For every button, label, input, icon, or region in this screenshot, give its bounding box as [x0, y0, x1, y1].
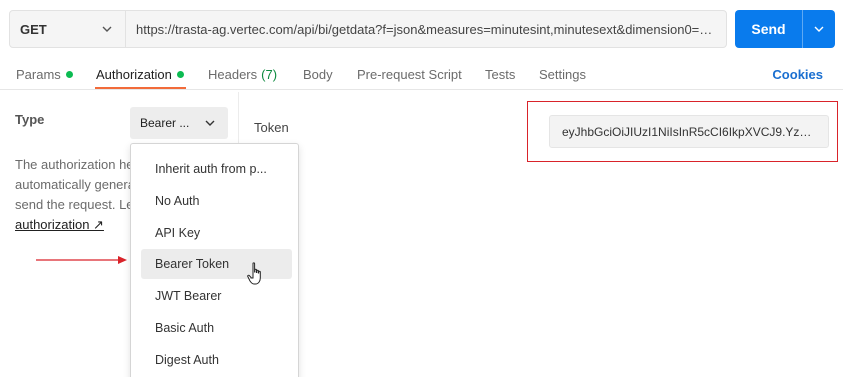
active-tab-indicator	[95, 87, 186, 89]
request-tabs: Params Authorization Headers (7) Body Pr…	[0, 58, 843, 90]
authorization-link[interactable]: authorization ↗	[15, 215, 135, 235]
description-line: send the request. Le	[15, 197, 134, 212]
cookies-link[interactable]: Cookies	[772, 58, 823, 90]
annotation-arrow-icon	[36, 256, 127, 264]
chevron-down-icon	[205, 120, 215, 126]
tab-label: Authorization	[96, 66, 172, 82]
tab-label: Params	[16, 66, 61, 82]
dropdown-item-inherit[interactable]: Inherit auth from p...	[141, 154, 292, 184]
tab-count: (7)	[261, 66, 278, 82]
tab-settings[interactable]: Settings	[539, 58, 586, 90]
hand-pointer-icon	[247, 262, 261, 285]
description-line: The authorization he	[15, 157, 134, 172]
tab-authorization[interactable]: Authorization	[96, 58, 184, 90]
auth-description: The authorization he automatically gener…	[15, 155, 135, 235]
type-label: Type	[15, 112, 45, 127]
auth-type-value: Bearer ...	[140, 116, 190, 130]
status-dot	[65, 70, 73, 78]
tab-label: Body	[303, 66, 333, 82]
tab-label: Tests	[485, 66, 516, 82]
chevron-down-icon	[102, 26, 112, 32]
auth-type-select[interactable]: Bearer ...	[130, 107, 228, 139]
tab-pre-request-script[interactable]: Pre-request Script	[357, 58, 462, 90]
tab-label: Settings	[539, 66, 586, 82]
method-label: GET	[20, 21, 47, 37]
url-input[interactable]: https://trasta-ag.vertec.com/api/bi/getd…	[126, 11, 726, 47]
token-value: eyJhbGciOiJIUzI1NiIsInR5cCI6IkpXVCJ9.Yz…	[562, 124, 812, 139]
tab-headers[interactable]: Headers (7)	[208, 58, 277, 90]
tab-label: Pre-request Script	[357, 66, 462, 82]
tab-params[interactable]: Params	[16, 58, 73, 90]
dropdown-item-jwt-bearer[interactable]: JWT Bearer	[141, 281, 292, 311]
tab-tests[interactable]: Tests	[485, 58, 515, 90]
send-button-group: Send	[735, 10, 835, 48]
tab-label: Headers	[208, 66, 258, 82]
status-dot	[176, 70, 184, 78]
description-line: automatically genera	[15, 177, 135, 192]
dropdown-item-digest-auth[interactable]: Digest Auth	[141, 345, 292, 375]
token-input[interactable]: eyJhbGciOiJIUzI1NiIsInR5cCI6IkpXVCJ9.Yz…	[549, 115, 829, 148]
dropdown-item-basic-auth[interactable]: Basic Auth	[141, 313, 292, 343]
auth-type-dropdown: Inherit auth from p... No Auth API Key B…	[130, 143, 299, 377]
method-select[interactable]: GET	[10, 11, 126, 47]
chevron-down-icon	[814, 26, 824, 32]
token-label: Token	[254, 120, 289, 135]
tab-body[interactable]: Body	[303, 58, 333, 90]
url-bar: GET https://trasta-ag.vertec.com/api/bi/…	[9, 10, 727, 48]
dropdown-item-api-key[interactable]: API Key	[141, 218, 292, 248]
dropdown-item-no-auth[interactable]: No Auth	[141, 186, 292, 216]
send-button[interactable]: Send	[735, 10, 802, 48]
url-text: https://trasta-ag.vertec.com/api/bi/getd…	[136, 21, 716, 37]
dropdown-item-bearer-token[interactable]: Bearer Token	[141, 249, 292, 279]
send-options-button[interactable]	[802, 10, 835, 48]
